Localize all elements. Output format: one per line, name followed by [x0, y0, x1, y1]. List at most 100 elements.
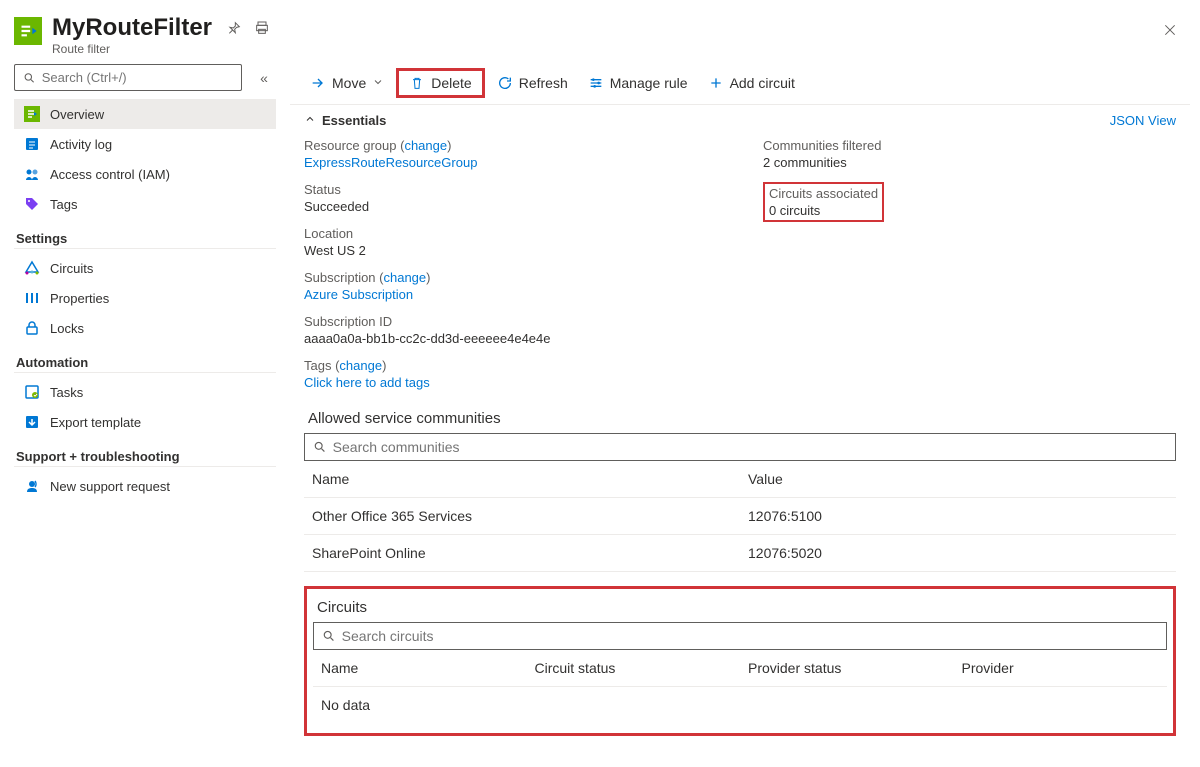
move-button[interactable]: Move [302, 71, 392, 95]
route-filter-icon [14, 17, 42, 45]
tag-icon [24, 196, 40, 212]
sidebar-item-access-control-iam-[interactable]: Access control (IAM) [14, 159, 276, 189]
chevron-down-icon [372, 75, 384, 91]
page-subtitle: Route filter [52, 42, 212, 56]
column-header[interactable]: Circuit status [527, 650, 741, 687]
iam-icon [24, 166, 40, 182]
sidebar-item-label: Export template [50, 415, 141, 430]
delete-button[interactable]: Delete [401, 71, 479, 95]
sidebar-item-label: Circuits [50, 261, 93, 276]
column-header[interactable]: Provider status [740, 650, 954, 687]
refresh-button[interactable]: Refresh [489, 71, 576, 95]
sidebar-item-tags[interactable]: Tags [14, 189, 276, 219]
sidebar-section-header: Support + troubleshooting [14, 437, 276, 467]
change-link[interactable]: change [383, 270, 426, 285]
cell-value: 12076:5020 [740, 535, 1176, 572]
field-label: Subscription ID [304, 314, 763, 329]
communities-search[interactable] [304, 433, 1176, 461]
column-header[interactable]: Name [313, 650, 527, 687]
add-circuit-label: Add circuit [730, 75, 795, 91]
field-value: West US 2 [304, 243, 763, 258]
main-content: Move Delete Refresh Manage rule Add circ… [290, 62, 1200, 746]
table-row[interactable]: SharePoint Online12076:5020 [304, 535, 1176, 572]
refresh-icon [497, 75, 513, 91]
field-label: Status [304, 182, 763, 197]
sidebar-item-tasks[interactable]: Tasks [14, 377, 276, 407]
field-label: Subscription (change) [304, 270, 763, 285]
add-circuit-button[interactable]: Add circuit [700, 71, 803, 95]
sidebar-search[interactable] [14, 64, 242, 91]
sidebar-item-label: Tasks [50, 385, 83, 400]
field-value: Succeeded [304, 199, 763, 214]
sidebar-search-input[interactable] [42, 70, 233, 85]
essentials-section: Essentials JSON View Resource group (cha… [290, 105, 1190, 398]
field-value: aaaa0a0a-bb1b-cc2c-dd3d-eeeeee4e4e4e [304, 331, 763, 346]
lock-icon [24, 320, 40, 336]
essentials-left-column: Resource group (change) ExpressRouteResou… [304, 138, 763, 390]
sidebar-item-label: Properties [50, 291, 109, 306]
essentials-field: Communities filtered2 communities [763, 138, 1176, 170]
settings-icon [588, 75, 604, 91]
log-icon [24, 136, 40, 152]
field-label: Communities filtered [763, 138, 1176, 153]
essentials-field: Subscription (change) Azure Subscription [304, 270, 763, 302]
collapse-sidebar-icon[interactable]: « [252, 70, 276, 86]
move-icon [310, 75, 326, 91]
move-label: Move [332, 75, 366, 91]
delete-icon [409, 75, 425, 91]
column-header[interactable]: Provider [954, 650, 1168, 687]
sidebar-item-activity-log[interactable]: Activity log [14, 129, 276, 159]
communities-section: Allowed service communities NameValue Ot… [304, 406, 1176, 572]
circuits-table: NameCircuit statusProvider statusProvide… [313, 650, 1167, 687]
sidebar-item-label: Activity log [50, 137, 112, 152]
change-link[interactable]: change [404, 138, 447, 153]
close-icon[interactable] [1158, 18, 1182, 47]
sidebar-item-label: Locks [50, 321, 84, 336]
essentials-field: Tags (change) Click here to add tags [304, 358, 763, 390]
communities-table: NameValue Other Office 365 Services12076… [304, 461, 1176, 572]
field-value[interactable]: Click here to add tags [304, 375, 763, 390]
sidebar-item-locks[interactable]: Locks [14, 313, 276, 343]
sidebar-item-circuits[interactable]: Circuits [14, 253, 276, 283]
sidebar-item-label: Overview [50, 107, 104, 122]
field-label: Tags (change) [304, 358, 763, 373]
table-row[interactable]: Other Office 365 Services12076:5100 [304, 498, 1176, 535]
header-text: MyRouteFilter Route filter [52, 14, 212, 56]
field-label: Circuits associated [769, 186, 878, 201]
print-icon[interactable] [254, 20, 272, 38]
json-view-link[interactable]: JSON View [1110, 113, 1176, 128]
change-link[interactable]: change [339, 358, 382, 373]
field-value[interactable]: Azure Subscription [304, 287, 763, 302]
essentials-right-column: Communities filtered2 communities Circuit… [763, 138, 1176, 390]
field-value: 0 circuits [769, 203, 878, 218]
cell-name: SharePoint Online [304, 535, 740, 572]
sidebar-item-new-support-request[interactable]: New support request [14, 471, 276, 501]
circuits-search-input[interactable] [342, 628, 1158, 644]
plus-icon [708, 75, 724, 91]
field-label: Resource group (change) [304, 138, 763, 153]
sidebar-section-header: Settings [14, 219, 276, 249]
support-icon [24, 478, 40, 494]
sidebar-item-label: New support request [50, 479, 170, 494]
circuits-search[interactable] [313, 622, 1167, 650]
routefilter-icon [24, 106, 40, 122]
pin-icon[interactable] [226, 20, 244, 38]
export-icon [24, 414, 40, 430]
blade-header: MyRouteFilter Route filter [0, 0, 1200, 62]
essentials-field: Status Succeeded [304, 182, 763, 214]
sidebar-item-properties[interactable]: Properties [14, 283, 276, 313]
sidebar-item-overview[interactable]: Overview [14, 99, 276, 129]
essentials-header[interactable]: Essentials JSON View [304, 113, 1176, 128]
circuits-section: Circuits NameCircuit statusProvider stat… [304, 586, 1176, 736]
manage-rule-label: Manage rule [610, 75, 688, 91]
refresh-label: Refresh [519, 75, 568, 91]
communities-search-input[interactable] [333, 439, 1167, 455]
manage-rule-button[interactable]: Manage rule [580, 71, 696, 95]
essentials-field: Resource group (change) ExpressRouteResou… [304, 138, 763, 170]
delete-highlight: Delete [396, 68, 484, 98]
cell-value: 12076:5100 [740, 498, 1176, 535]
column-header[interactable]: Name [304, 461, 740, 498]
sidebar-item-export-template[interactable]: Export template [14, 407, 276, 437]
column-header[interactable]: Value [740, 461, 1176, 498]
field-value[interactable]: ExpressRouteResourceGroup [304, 155, 763, 170]
